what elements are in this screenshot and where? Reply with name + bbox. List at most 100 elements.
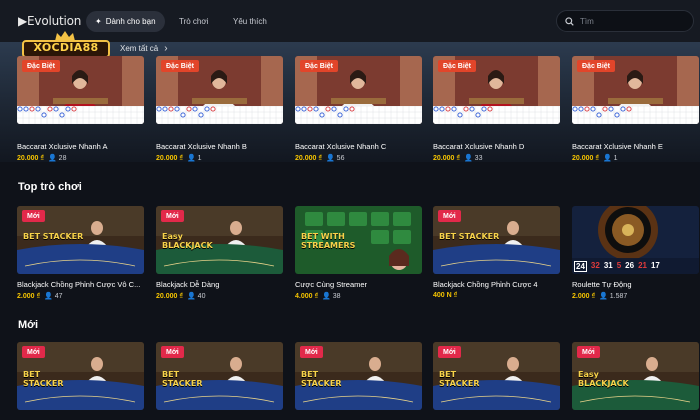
featured-game-card[interactable]: Đặc Biệt Baccarat Xclusive Nhanh D 20.00… [433, 56, 560, 162]
road-map [295, 106, 422, 124]
game-thumbnail[interactable]: BET STACKER Mới [295, 342, 422, 410]
new-game-card[interactable]: BET STACKER Mới [295, 342, 422, 410]
logo-text: XOCDIA88 [33, 41, 99, 54]
player-count-value: 28 [58, 154, 67, 162]
game-meta: 20.000 ₫ 👤 56 [295, 154, 345, 163]
game-thumbnail[interactable]: Đặc Biệt [572, 56, 699, 124]
player-count-value: 38 [332, 292, 341, 300]
game-thumbnail[interactable]: Đặc Biệt [156, 56, 283, 124]
person-icon: 👤 [186, 293, 196, 300]
tab-favorites-label: Yêu thích [233, 17, 267, 26]
game-thumbnail[interactable]: BET STACKER Mới [156, 342, 283, 410]
new-badge: Mới [438, 346, 461, 358]
tab-for-you[interactable]: ✦ Dành cho bạn [86, 11, 165, 32]
game-art-text: BET STACKER [439, 370, 480, 388]
road-map [17, 106, 144, 124]
player-count-value: 1 [197, 154, 202, 162]
game-thumbnail[interactable]: BET STACKER Mới [433, 206, 560, 274]
game-art-text: BET STACKER [23, 370, 64, 388]
special-badge: Đặc Biệt [300, 60, 339, 72]
game-meta: 2.000 ₫ 👤 1.587 [572, 292, 627, 301]
player-count: 👤 1 [186, 154, 202, 163]
top-game-card[interactable]: BET STACKER Mới Blackjack Chồng Phỉnh Cư… [433, 206, 560, 299]
min-bet: 400 N ₫ [433, 292, 458, 299]
game-thumbnail[interactable]: Easy BLACKJACK Mới [572, 342, 699, 410]
person-icon: 👤 [599, 293, 608, 300]
player-count: 👤 38 [322, 292, 341, 301]
player-count: 👤 1 [602, 154, 618, 163]
person-icon: 👤 [602, 155, 612, 162]
new-badge: Mới [577, 346, 600, 358]
see-all-link[interactable]: Xem tất cả › [120, 43, 168, 54]
min-bet: 20.000 ₫ [156, 292, 183, 300]
game-thumbnail[interactable]: Đặc Biệt [295, 56, 422, 124]
new-badge: Mới [161, 210, 184, 222]
tab-games-label: Trò chơi [179, 17, 209, 26]
game-art-text: BET STACKER [23, 232, 84, 241]
person-icon: 👤 [186, 155, 196, 162]
game-art-text: BET STACKER [301, 370, 342, 388]
top-game-card[interactable]: BET STACKER Mới Blackjack Chồng Phỉnh Cư… [17, 206, 144, 300]
game-thumbnail[interactable]: 24 32 31 5 26 21 17 [572, 206, 699, 274]
road-map [433, 106, 560, 124]
game-art-text: BET WITH STREAMERS [301, 232, 356, 250]
special-badge: Đặc Biệt [438, 60, 477, 72]
min-bet: 20.000 ₫ [156, 154, 183, 162]
featured-game-card[interactable]: Đặc Biệt Baccarat Xclusive Nhanh E 20.00… [572, 56, 699, 162]
tab-games[interactable]: Trò chơi [170, 11, 217, 32]
top-game-card[interactable]: BET WITH STREAMERS Cược Cùng Streamer 4.… [295, 206, 422, 300]
game-thumbnail[interactable]: Đặc Biệt [17, 56, 144, 124]
new-game-card[interactable]: BET STACKER Mới [17, 342, 144, 410]
evolution-brand[interactable]: ▶Evolution [18, 14, 81, 28]
game-thumbnail[interactable]: BET STACKER Mới [17, 206, 144, 274]
special-badge: Đặc Biệt [161, 60, 200, 72]
new-game-card[interactable]: BET STACKER Mới [433, 342, 560, 410]
tab-for-you-label: Dành cho bạn [105, 17, 156, 26]
game-meta: 400 N ₫ [433, 292, 457, 299]
player-count-value: 47 [54, 292, 63, 300]
player-count-value: 1 [613, 154, 618, 162]
new-game-card[interactable]: Easy BLACKJACK Mới [572, 342, 699, 410]
brand-name: Evolution [27, 14, 82, 28]
see-all-label: Xem tất cả [120, 44, 159, 53]
game-title: Baccarat Xclusive Nhanh C [295, 142, 387, 151]
person-icon: 👤 [463, 155, 473, 162]
person-icon: 👤 [47, 155, 57, 162]
min-bet: 20.000 ₫ [295, 154, 322, 162]
search-box[interactable] [556, 10, 694, 32]
game-title: Baccarat Xclusive Nhanh E [572, 142, 663, 151]
new-badge: Mới [161, 346, 184, 358]
new-game-card[interactable]: BET STACKER Mới [156, 342, 283, 410]
section-title-new: Mới [18, 319, 39, 331]
game-thumbnail[interactable]: Easy BLACKJACK Mới [156, 206, 283, 274]
tab-favorites[interactable]: Yêu thích [224, 11, 276, 32]
game-title: Blackjack Dễ Dàng [156, 280, 220, 289]
game-meta: 2.000 ₫ 👤 47 [17, 292, 63, 301]
game-thumbnail[interactable]: BET STACKER Mới [433, 342, 560, 410]
roulette-number: 32 [590, 261, 600, 270]
featured-game-card[interactable]: Đặc Biệt Baccarat Xclusive Nhanh B 20.00… [156, 56, 283, 162]
game-title: Blackjack Chồng Phỉnh Cược 4 [433, 280, 538, 289]
featured-game-card[interactable]: Đặc Biệt Baccarat Xclusive Nhanh C 20.00… [295, 56, 422, 162]
section-title-top-games: Top trò chơi [18, 181, 82, 193]
brand-mark-icon: ▶ [18, 14, 28, 28]
featured-game-card[interactable]: Đặc Biệt Baccarat Xclusive Nhanh A 20.00… [17, 56, 144, 162]
road-map [572, 106, 699, 124]
top-game-card[interactable]: 24 32 31 5 26 21 17 Roulette Tự Động 2.000 ₫ 👤… [572, 206, 699, 300]
player-count: 👤 28 [47, 154, 67, 163]
new-badge: Mới [438, 210, 461, 222]
roulette-number: 24 [574, 261, 587, 272]
game-thumbnail[interactable]: BET WITH STREAMERS [295, 206, 422, 274]
game-thumbnail[interactable]: BET STACKER Mới [17, 342, 144, 410]
top-game-card[interactable]: Easy BLACKJACK Mới Blackjack Dễ Dàng 20.… [156, 206, 283, 300]
game-thumbnail[interactable]: Đặc Biệt [433, 56, 560, 124]
game-meta: 20.000 ₫ 👤 1 [572, 154, 618, 163]
game-title: Baccarat Xclusive Nhanh B [156, 142, 247, 151]
game-art-text: Easy BLACKJACK [578, 370, 629, 388]
player-count: 👤 33 [463, 154, 483, 163]
player-count-value: 56 [336, 154, 345, 162]
player-count: 👤 1.587 [599, 292, 627, 301]
search-input[interactable] [580, 16, 690, 26]
min-bet: 20.000 ₫ [17, 154, 44, 162]
person-icon: 👤 [325, 155, 335, 162]
